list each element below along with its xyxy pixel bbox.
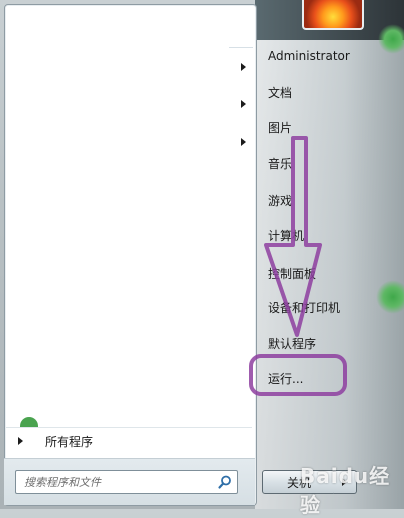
divider [229,47,253,48]
search-placeholder: 搜索程序和文件 [24,476,101,489]
submenu-arrow-icon[interactable] [241,63,246,71]
all-programs-button[interactable]: 所有程序 [6,427,252,454]
menu-item-control-panel[interactable]: 控制面板 [268,265,316,282]
program-icon [20,417,38,427]
menu-item-music[interactable]: 音乐 [268,155,292,172]
menu-item-devices-printers[interactable]: 设备和打印机 [268,299,340,316]
menu-item-default-programs[interactable]: 默认程序 [268,335,316,352]
search-input[interactable]: 搜索程序和文件 [15,470,238,494]
menu-item-games[interactable]: 游戏 [268,192,292,209]
submenu-arrow-icon[interactable] [241,138,246,146]
submenu-arrow-icon[interactable] [241,100,246,108]
search-icon[interactable] [217,474,233,490]
watermark: Baidu经验 [300,464,391,517]
desktop-green-blob [378,24,404,54]
all-programs-label: 所有程序 [45,434,94,449]
user-name-link[interactable]: Administrator [268,49,350,63]
menu-item-pictures[interactable]: 图片 [268,119,292,136]
menu-item-computer[interactable]: 计算机 [268,227,304,244]
menu-item-run[interactable]: 运行... [268,370,303,387]
user-avatar[interactable] [302,0,364,30]
menu-item-documents[interactable]: 文档 [268,84,292,101]
triangle-right-icon [18,437,23,445]
desktop-green-blob [376,280,404,314]
search-area: 搜索程序和文件 [4,458,255,505]
